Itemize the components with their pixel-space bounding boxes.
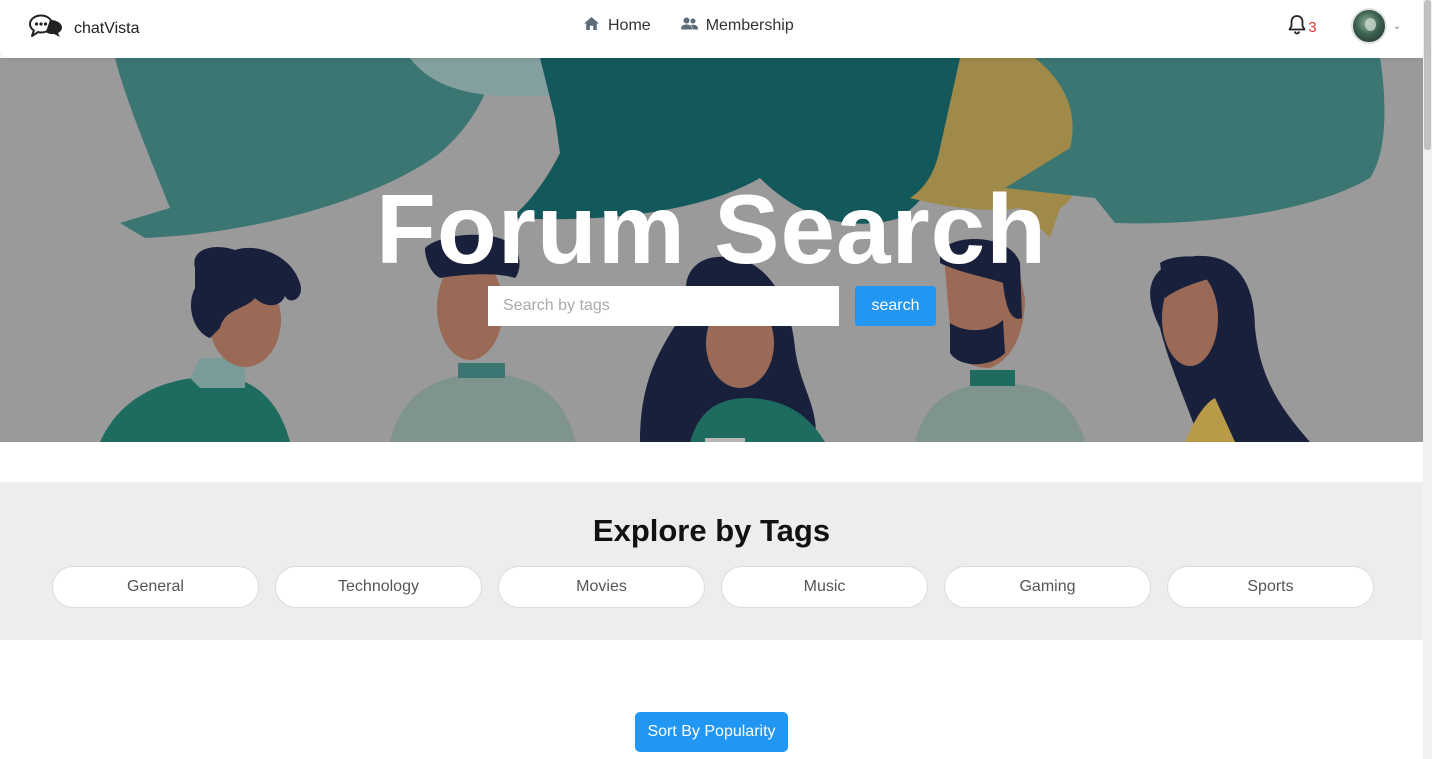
tags-section-title: Explore by Tags <box>592 513 831 548</box>
users-icon <box>680 17 698 35</box>
nav-home-label: Home <box>608 17 651 34</box>
hero-banner: Forum Search search <box>0 58 1423 442</box>
search-button[interactable]: search <box>855 286 936 326</box>
tag-music[interactable]: Music <box>721 566 928 608</box>
top-navbar: chatVista Home Membership 3 ⌄ <box>0 0 1423 58</box>
chat-bubbles-icon <box>28 13 64 44</box>
hero-title: Forum Search <box>376 174 1047 284</box>
avatar[interactable] <box>1350 8 1387 44</box>
bell-icon <box>1287 14 1307 40</box>
nav-home[interactable]: Home <box>583 16 651 36</box>
sort-by-popularity-button[interactable]: Sort By Popularity <box>635 712 788 752</box>
nav-membership-label: Membership <box>705 17 794 34</box>
explore-tags-section: Explore by Tags General Technology Movie… <box>0 482 1423 640</box>
brand[interactable]: chatVista <box>28 13 140 44</box>
user-area: 3 ⌄ <box>1287 8 1401 44</box>
tag-sports[interactable]: Sports <box>1167 566 1374 608</box>
tag-list: General Technology Movies Music Gaming S… <box>52 566 1374 608</box>
main-nav: Home Membership <box>583 16 794 36</box>
notification-count: 3 <box>1308 18 1317 36</box>
page-scrollbar[interactable] <box>1423 0 1432 759</box>
tag-gaming[interactable]: Gaming <box>944 566 1151 608</box>
tag-general[interactable]: General <box>52 566 259 608</box>
brand-name: chatVista <box>74 19 140 37</box>
tag-technology[interactable]: Technology <box>275 566 482 608</box>
home-icon <box>583 16 600 36</box>
nav-membership[interactable]: Membership <box>680 16 794 36</box>
tag-movies[interactable]: Movies <box>498 566 705 608</box>
scrollbar-thumb[interactable] <box>1424 0 1431 150</box>
notifications-button[interactable]: 3 <box>1287 14 1317 40</box>
chevron-down-icon[interactable]: ⌄ <box>1393 21 1401 32</box>
tag-search-input[interactable] <box>488 286 839 326</box>
page: chatVista Home Membership 3 ⌄ Forum Sear… <box>0 0 1423 759</box>
